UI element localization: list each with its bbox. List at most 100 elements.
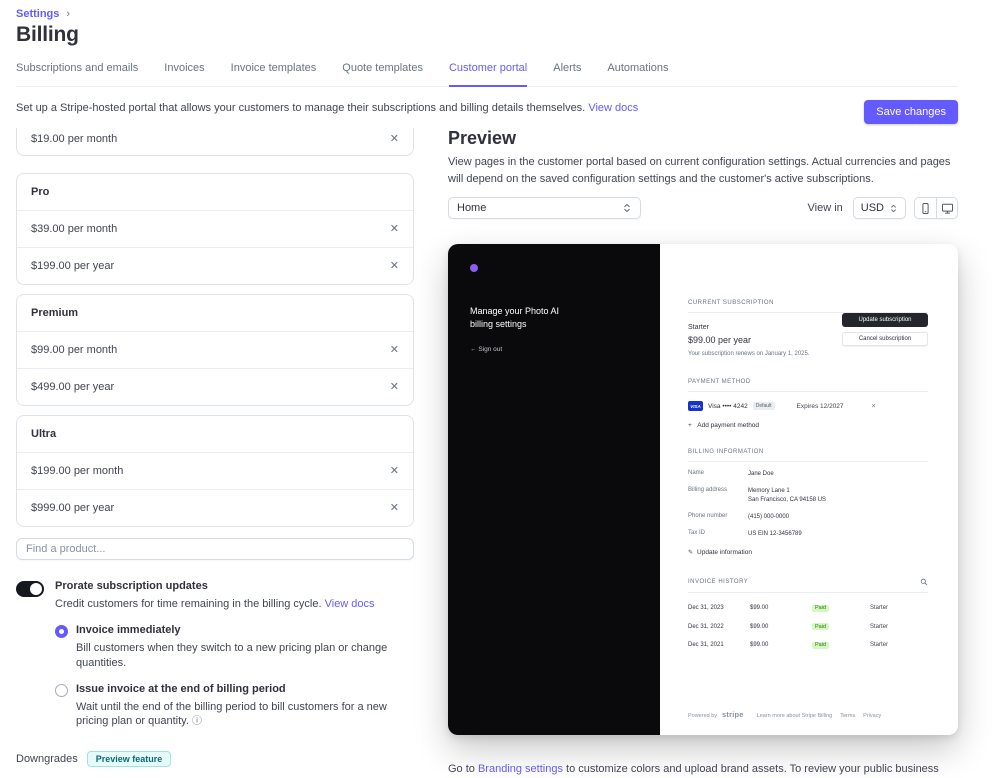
remove-price-button[interactable]: ✕ xyxy=(390,133,399,145)
card-row: VISA Visa •••• 4242 Default Expires 12/2… xyxy=(688,401,928,411)
update-information-link[interactable]: ✎ Update information xyxy=(688,549,928,556)
save-changes-button[interactable]: Save changes xyxy=(864,100,958,124)
option-label: Invoice immediately xyxy=(76,623,181,636)
tab-bar: Subscriptions and emails Invoices Invoic… xyxy=(16,62,958,87)
tab-automations[interactable]: Automations xyxy=(607,62,668,86)
invoice-plan: Starter xyxy=(870,623,889,630)
price-label: $39.00 per month xyxy=(31,223,118,235)
product-box-partial: $19.00 per month ✕ xyxy=(16,128,414,156)
invoice-immediately-radio[interactable] xyxy=(55,624,68,638)
prorate-view-docs-link[interactable]: View docs xyxy=(325,598,375,610)
page-header: Settings › Billing Subscriptions and ema… xyxy=(0,0,1000,124)
tab-customer-portal[interactable]: Customer portal xyxy=(448,62,528,87)
info-icon[interactable]: ⓘ xyxy=(192,716,202,727)
price-row: $999.00 per year ✕ xyxy=(17,489,413,526)
preview-panel: Preview View pages in the customer porta… xyxy=(448,128,958,778)
chevron-right-icon: › xyxy=(66,8,71,20)
intro-row: Set up a Stripe-hosted portal that allow… xyxy=(16,87,958,124)
invoice-amount: $99.00 xyxy=(750,623,769,630)
portal-preview-mock: Manage your Photo AI billing settings ← … xyxy=(448,244,958,735)
breadcrumb: Settings › xyxy=(16,8,958,20)
price-label: $199.00 per year xyxy=(31,260,115,272)
currency-select[interactable]: USD xyxy=(852,197,906,219)
invoice-row[interactable]: Dec 31, 2021 $99.00 Paid Starter xyxy=(688,641,928,649)
paid-badge: Paid xyxy=(812,623,830,630)
info-row-address: Billing address Memory Lane 1 San Franci… xyxy=(688,487,928,505)
desktop-icon xyxy=(941,203,953,214)
default-badge: Default xyxy=(752,402,775,410)
option-description: Bill customers when they switch to a new… xyxy=(76,641,388,669)
portal-sidebar: Manage your Photo AI billing settings ← … xyxy=(448,244,660,735)
branding-settings-link[interactable]: Branding settings xyxy=(478,763,563,775)
invoice-row[interactable]: Dec 31, 2023 $99.00 Paid Starter xyxy=(688,604,928,612)
remove-price-button[interactable]: ✕ xyxy=(390,344,399,356)
privacy-link[interactable]: Privacy xyxy=(863,713,881,719)
cancel-subscription-button[interactable]: Cancel subscription xyxy=(842,332,928,346)
tab-invoices[interactable]: Invoices xyxy=(164,62,204,86)
issue-invoice-end-radio[interactable] xyxy=(55,683,68,697)
intro-view-docs-link[interactable]: View docs xyxy=(588,102,638,114)
tab-quote-templates[interactable]: Quote templates xyxy=(342,62,423,86)
price-label: $19.00 per month xyxy=(31,133,118,145)
remove-price-button[interactable]: ✕ xyxy=(390,223,399,235)
paid-badge: Paid xyxy=(812,641,830,649)
preview-feature-badge: Preview feature xyxy=(86,751,172,768)
info-value: (415) 000-0000 xyxy=(748,514,790,520)
invoice-row[interactable]: Dec 31, 2022 $99.00 Paid Starter xyxy=(688,623,928,630)
downgrades-section: Downgrades Preview feature xyxy=(16,751,414,768)
tab-subscriptions-and-emails[interactable]: Subscriptions and emails xyxy=(16,62,138,86)
terms-link[interactable]: Terms xyxy=(840,713,855,719)
mobile-icon xyxy=(922,202,929,214)
info-label: Phone number xyxy=(688,513,728,519)
price-row: $199.00 per month ✕ xyxy=(17,452,413,489)
select-chevrons-icon xyxy=(624,203,630,213)
search-icon[interactable] xyxy=(920,578,928,586)
portal-page-select-value: Home xyxy=(457,202,487,214)
update-subscription-button[interactable]: Update subscription xyxy=(842,313,928,327)
prorate-section: Prorate subscription updates Credit cust… xyxy=(16,580,414,612)
prorate-title: Prorate subscription updates xyxy=(55,580,208,592)
sign-out-label: Sign out xyxy=(478,346,503,354)
remove-price-button[interactable]: ✕ xyxy=(390,381,399,393)
remove-price-button[interactable]: ✕ xyxy=(390,260,399,272)
invoice-amount: $99.00 xyxy=(750,642,769,648)
intro-description: Set up a Stripe-hosted portal that allow… xyxy=(16,102,586,114)
option-label: Issue invoice at the end of billing peri… xyxy=(76,682,286,695)
tab-invoice-templates[interactable]: Invoice templates xyxy=(231,62,317,86)
paid-badge: Paid xyxy=(812,604,830,612)
portal-heading: Manage your Photo AI billing settings xyxy=(470,306,560,330)
learn-more-link[interactable]: Learn more about Stripe Billing xyxy=(757,713,833,719)
invoice-date: Dec 31, 2021 xyxy=(688,642,724,648)
invoice-date: Dec 31, 2022 xyxy=(688,623,724,630)
tab-alerts[interactable]: Alerts xyxy=(553,62,581,86)
price-row: $99.00 per month ✕ xyxy=(17,331,413,368)
add-payment-method-link[interactable]: + Add payment method xyxy=(688,422,928,429)
info-value: Memory Lane 1 San Francisco, CA 94158 US xyxy=(748,487,826,505)
payment-method-block: PAYMENT METHOD VISA Visa •••• 4242 Defau… xyxy=(688,379,928,429)
stripe-logo: stripe xyxy=(722,710,744,719)
merchant-logo xyxy=(470,264,478,272)
invoice-history-header: INVOICE HISTORY xyxy=(688,578,928,593)
desktop-view-button[interactable] xyxy=(936,198,957,218)
plus-icon: + xyxy=(688,422,692,429)
currency-select-value: USD xyxy=(860,202,884,214)
sign-out-arrow-icon: ← xyxy=(470,346,477,354)
portal-content: CURRENT SUBSCRIPTION Starter $99.00 per … xyxy=(660,244,958,735)
remove-price-button[interactable]: ✕ xyxy=(390,465,399,477)
remove-price-button[interactable]: ✕ xyxy=(390,502,399,514)
branding-note-prefix: Go to xyxy=(448,763,478,775)
breadcrumb-settings-link[interactable]: Settings xyxy=(16,8,59,20)
portal-footer: Powered by stripe Learn more about Strip… xyxy=(688,710,928,719)
mobile-view-button[interactable] xyxy=(915,198,936,218)
option-invoice-immediately: Invoice immediately Bill customers when … xyxy=(55,624,414,671)
info-label: Tax ID xyxy=(688,530,706,536)
footer-links: Learn more about Stripe Billing Terms Pr… xyxy=(757,713,882,719)
remove-card-button[interactable]: × xyxy=(872,403,876,410)
info-row-name: Name Jane Doe xyxy=(688,470,928,479)
portal-page-select[interactable]: Home xyxy=(448,197,641,219)
preview-description: View pages in the customer portal based … xyxy=(448,156,951,185)
pencil-icon: ✎ xyxy=(688,550,694,556)
sign-out-link[interactable]: ← Sign out xyxy=(470,346,660,353)
prorate-toggle[interactable] xyxy=(16,581,44,597)
find-product-input[interactable] xyxy=(16,538,414,560)
